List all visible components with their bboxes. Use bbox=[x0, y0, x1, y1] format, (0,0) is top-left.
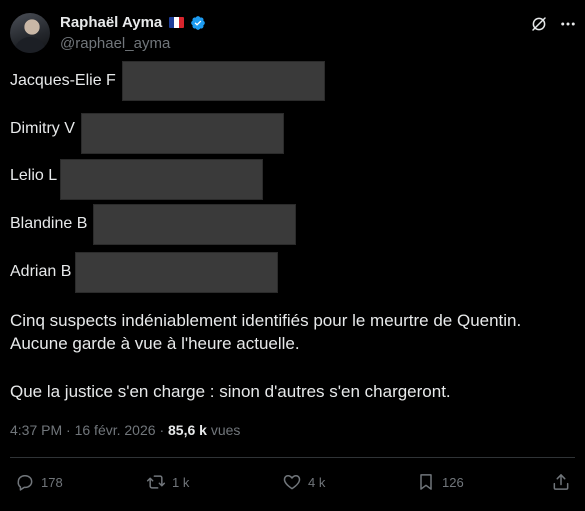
reply-button[interactable]: 178 bbox=[15, 472, 63, 492]
more-icon bbox=[561, 22, 575, 26]
suspect-name-2: Dimitry V bbox=[10, 120, 75, 137]
author-name-row[interactable]: Raphaël Ayma bbox=[60, 14, 206, 31]
verified-badge-icon bbox=[191, 15, 206, 30]
like-button[interactable]: 4 k bbox=[282, 472, 325, 492]
tweet-time[interactable]: 4:37 PM bbox=[10, 422, 62, 438]
grok-icon bbox=[532, 17, 546, 31]
meta-separator: · bbox=[66, 422, 71, 438]
repost-button[interactable]: 1 k bbox=[146, 472, 189, 492]
meta-separator: · bbox=[159, 422, 165, 438]
like-count: 4 k bbox=[308, 474, 326, 490]
avatar[interactable] bbox=[10, 13, 50, 53]
suspect-name-4: Blandine B bbox=[10, 215, 88, 232]
views-count: 85,6 k bbox=[168, 422, 207, 438]
redaction-box bbox=[93, 204, 296, 245]
reply-icon bbox=[17, 475, 33, 491]
repost-icon bbox=[146, 475, 166, 489]
share-button[interactable] bbox=[551, 472, 571, 492]
author-handle[interactable]: @raphael_ayma bbox=[60, 35, 170, 52]
bookmark-count: 126 bbox=[442, 474, 464, 490]
reply-count: 178 bbox=[41, 474, 63, 490]
bookmark-button[interactable]: 126 bbox=[416, 472, 464, 492]
suspect-name-3: Lelio L bbox=[10, 167, 58, 184]
repost-count: 1 k bbox=[172, 474, 190, 490]
tweet-text-line: Aucune garde à vue à l'heure actuelle. bbox=[10, 334, 300, 353]
redaction-box bbox=[60, 159, 263, 200]
tweet: Raphaël Ayma @raphael_ayma Jacques-Elie … bbox=[0, 0, 585, 511]
heart-icon bbox=[283, 475, 301, 490]
views-label: vues bbox=[210, 422, 241, 438]
tweet-date[interactable]: 16 févr. 2026 bbox=[75, 422, 156, 438]
bookmark-icon bbox=[420, 474, 432, 490]
divider bbox=[10, 457, 575, 458]
tweet-text-line: Cinq suspects indéniablement identifiés … bbox=[10, 311, 522, 330]
suspect-name-5: Adrian B bbox=[10, 263, 72, 280]
tweet-text-line: Que la justice s'en charge : sinon d'aut… bbox=[10, 382, 451, 401]
redaction-box bbox=[75, 252, 278, 293]
grok-button[interactable] bbox=[528, 13, 550, 35]
author-display-name[interactable]: Raphaël Ayma bbox=[60, 14, 162, 31]
tweet-meta: 4:37 PM · 16 févr. 2026 · 85,6 k vues bbox=[10, 422, 240, 438]
redaction-box bbox=[122, 61, 325, 101]
share-icon bbox=[553, 474, 569, 490]
suspect-name-1: Jacques-Elie F bbox=[10, 72, 116, 89]
france-flag-icon bbox=[169, 17, 185, 28]
more-options-button[interactable] bbox=[557, 13, 579, 35]
redaction-box bbox=[81, 113, 284, 154]
